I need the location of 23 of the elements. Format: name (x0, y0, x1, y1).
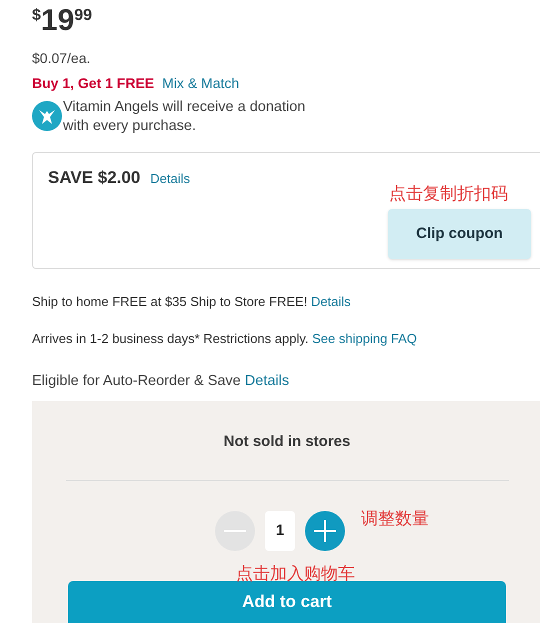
details-link[interactable]: Details (244, 373, 290, 389)
unit-price: $0.07/ea. (32, 49, 92, 68)
price-cents: 99 (74, 8, 92, 24)
promo-offer: Buy 1, Get 1 FREE (32, 74, 154, 93)
price-whole: 19 (40, 6, 74, 36)
quantity-field[interactable]: 1 (265, 511, 295, 551)
figure-icon (32, 101, 62, 131)
donation-text: Vitamin Angels will receive a donation with every purchase. (63, 98, 306, 136)
auto-reorder-text: Eligible for Auto-Reorder & Save (32, 373, 241, 389)
clip-coupon-button[interactable]: Clip coupon (388, 209, 531, 259)
availability-text: Not sold in stores (222, 432, 352, 452)
currency-symbol: $ (32, 8, 41, 24)
shipping-text: Ship to home FREE at $35 Ship to Store FREE! (32, 294, 308, 309)
shipping-link[interactable]: Details (310, 294, 351, 309)
plus-icon (314, 520, 336, 542)
details-link[interactable]: Details (150, 169, 190, 188)
annotation: 点击复制折扣码 (389, 183, 508, 206)
add-to-cart-button[interactable]: Add to cart (68, 581, 506, 623)
shipping-link[interactable]: See shipping FAQ (312, 330, 417, 346)
mix-match-link[interactable]: Mix & Match (162, 73, 240, 94)
annotation: 调整数量 (361, 508, 429, 531)
shipping-text: Arrives in 1-2 business days* Restrictions apply. (32, 330, 308, 346)
coupon-title: SAVE $2.00 (48, 167, 140, 189)
